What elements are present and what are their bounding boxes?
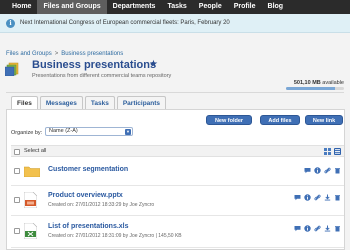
page-title: Business presentations [32,59,157,71]
notice-bar: i Next International Congress of Europea… [0,14,350,33]
delete-icon[interactable] [334,167,341,174]
item-name[interactable]: Customer segmentation [48,166,128,173]
breadcrumb-separator: > [54,51,59,57]
nav-item-departments[interactable]: Departments [107,0,162,14]
list-view-icon[interactable] [334,148,341,155]
new-link-button[interactable]: New link [305,115,343,125]
storage-used: 501,10 MB [293,80,321,86]
comment-icon[interactable] [294,225,301,232]
nav-item-blog[interactable]: Blog [262,0,290,14]
top-navigation: Home Files and Groups Departments Tasks … [0,0,350,14]
organize-selected-value: Name (Z-A) [49,128,78,134]
item-name[interactable]: Product overview.pptx [48,192,123,199]
row-actions [304,167,341,174]
download-icon[interactable] [324,194,331,201]
download-icon[interactable] [324,225,331,232]
xls-file-icon [24,223,37,239]
breadcrumb-item-files-and-groups[interactable]: Files and Groups [6,51,52,57]
row-actions [294,225,341,232]
chevron-down-icon: ▼ [125,129,131,135]
info-icon: i [6,18,15,28]
folder-icon [24,166,40,177]
item-name[interactable]: List of presentations.xls [48,223,129,230]
folder-icon [5,62,19,76]
item-meta: Created on: 27/01/2012 18:31:09 by Joe Z… [48,233,182,239]
delete-icon[interactable] [334,194,341,201]
grid-view-icon[interactable] [324,148,331,155]
item-meta: Created on: 27/01/2012 18:33:29 by Joe Z… [48,202,155,208]
storage-bar [286,87,344,90]
link-icon[interactable] [314,194,321,201]
comment-icon[interactable] [294,194,301,201]
star-icon[interactable]: ★ [149,59,158,70]
tab-participants[interactable]: Participants [116,96,167,110]
list-item[interactable]: List of presentations.xls Created on: 27… [11,216,344,248]
tab-messages[interactable]: Messages [39,96,83,110]
select-all-row: Select all [11,145,344,157]
list-item[interactable]: Product overview.pptx Created on: 27/01/… [11,186,344,216]
row-checkbox[interactable] [14,168,20,174]
info-icon[interactable] [304,194,311,201]
info-icon[interactable] [314,167,321,174]
organize-select[interactable]: Name (Z-A) ▼ [45,127,133,136]
delete-icon[interactable] [334,225,341,232]
row-checkbox[interactable] [14,228,20,234]
list-item[interactable]: Customer segmentation [11,158,344,186]
storage-suffix: available [322,80,344,86]
row-checkbox[interactable] [14,197,20,203]
select-all-checkbox[interactable] [14,149,20,155]
divider [6,92,344,93]
storage-bar-fill [286,87,336,90]
breadcrumb-item-business-presentations[interactable]: Business presentations [61,51,123,57]
new-folder-button[interactable]: New folder [206,115,252,125]
ppt-file-icon [24,192,37,208]
notice-text[interactable]: Next International Congress of European … [20,20,230,26]
row-actions [294,194,341,201]
link-icon[interactable] [314,225,321,232]
info-icon[interactable] [304,225,311,232]
breadcrumb: Files and Groups > Business presentations [6,51,123,57]
add-files-button[interactable]: Add files [260,115,300,125]
organize-label: Organize by: [11,130,43,136]
nav-item-profile[interactable]: Profile [228,0,262,14]
tab-tasks[interactable]: Tasks [84,96,115,110]
link-icon[interactable] [324,167,331,174]
tab-bar: Files Messages Tasks Participants [11,96,168,111]
storage-info: 501,10 MB available [294,80,344,86]
page-subtitle: Presentations from different commercial … [32,73,172,79]
nav-item-tasks[interactable]: Tasks [161,0,192,14]
nav-item-files-and-groups[interactable]: Files and Groups [37,0,107,14]
comment-icon[interactable] [304,167,311,174]
nav-item-home[interactable]: Home [6,0,37,14]
select-all-label: Select all [24,148,47,154]
nav-item-people[interactable]: People [193,0,228,14]
